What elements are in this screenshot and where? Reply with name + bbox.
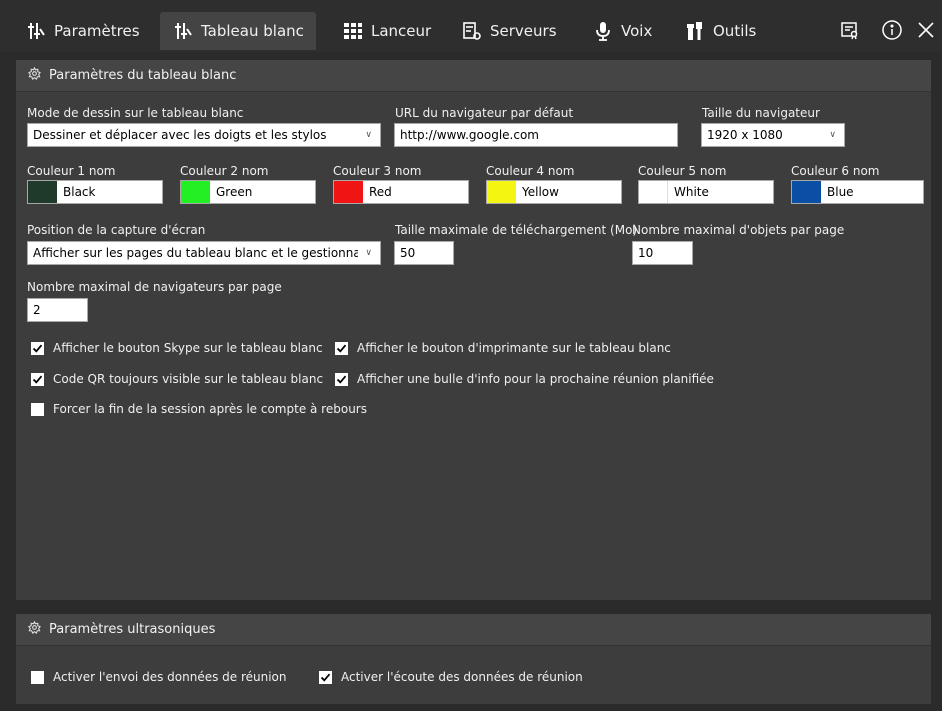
checkbox-label: Afficher une bulle d'info pour la procha…	[357, 372, 714, 386]
color-4-name: Yellow	[522, 185, 559, 199]
tab-label: Lanceur	[371, 22, 432, 40]
license-icon[interactable]	[838, 18, 862, 42]
color-5-field[interactable]: White	[638, 180, 774, 204]
whiteboard-sliders-icon	[172, 20, 194, 42]
info-icon[interactable]	[880, 18, 904, 42]
max-upload-value: 50	[400, 246, 416, 260]
color-4-label: Couleur 4 nom	[486, 164, 575, 178]
qr-code-checkbox[interactable]: Code QR toujours visible sur le tableau …	[31, 372, 323, 386]
listen-meeting-data-checkbox[interactable]: Activer l'écoute des données de réunion	[319, 670, 583, 684]
tab-label: Serveurs	[490, 22, 557, 40]
max-objects-label: Nombre maximal d'objets par page	[632, 223, 845, 237]
server-settings-icon	[461, 20, 483, 42]
color-4-swatch[interactable]	[487, 181, 516, 203]
max-browsers-label: Nombre maximal de navigateurs par page	[27, 280, 282, 294]
tab-parametres[interactable]: Paramètres	[13, 12, 152, 50]
checkmark-icon	[335, 372, 348, 386]
tab-label: Paramètres	[54, 22, 140, 40]
checkbox-label: Code QR toujours visible sur le tableau …	[53, 372, 324, 386]
max-browsers-input[interactable]: 2	[27, 298, 88, 322]
checkmark-icon	[319, 670, 332, 684]
color-2-swatch[interactable]	[181, 181, 210, 203]
microphone-icon	[592, 20, 614, 42]
checkmark-icon	[31, 341, 44, 355]
settings-sliders-icon	[25, 20, 47, 42]
color-1-swatch[interactable]	[28, 181, 57, 203]
color-6-field[interactable]: Blue	[791, 180, 924, 204]
chevron-down-icon: ∨	[365, 248, 372, 258]
max-objects-value: 10	[638, 246, 654, 260]
checkmark-icon	[31, 372, 44, 386]
gear-icon	[28, 66, 41, 84]
next-meeting-info-checkbox[interactable]: Afficher une bulle d'info pour la procha…	[335, 372, 714, 386]
browser-size-label: Taille du navigateur	[702, 106, 820, 120]
color-5-swatch[interactable]	[639, 181, 668, 203]
tab-label: Outils	[713, 22, 757, 40]
printer-button-checkbox[interactable]: Afficher le bouton d'imprimante sur le t…	[335, 341, 671, 355]
close-icon[interactable]	[914, 18, 938, 42]
chevron-down-icon: ∨	[829, 130, 836, 140]
section-divider	[16, 600, 931, 614]
max-upload-input[interactable]: 50	[394, 241, 454, 265]
checkbox-empty	[31, 402, 44, 416]
color-2-field[interactable]: Green	[180, 180, 316, 204]
tools-icon	[684, 20, 706, 42]
force-end-session-checkbox[interactable]: Forcer la fin de la session après le com…	[31, 402, 367, 416]
browser-size-select[interactable]: 1920 x 1080 ∨	[701, 123, 845, 147]
color-4-field[interactable]: Yellow	[486, 180, 622, 204]
top-tab-bar: Paramètres Tableau blanc Lanceur Serveur…	[0, 0, 942, 52]
panel-title: Paramètres du tableau blanc	[49, 68, 237, 83]
color-5-name: White	[674, 185, 709, 199]
color-5-label: Couleur 5 nom	[638, 164, 727, 178]
browser-url-label: URL du navigateur par défaut	[395, 106, 574, 120]
draw-mode-label: Mode de dessin sur le tableau blanc	[27, 106, 244, 120]
tab-lanceur[interactable]: Lanceur	[330, 12, 443, 50]
tab-serveurs[interactable]: Serveurs	[449, 12, 569, 50]
color-2-name: Green	[216, 185, 253, 199]
max-browsers-value: 2	[33, 303, 41, 317]
color-1-label: Couleur 1 nom	[27, 164, 116, 178]
tab-outils[interactable]: Outils	[672, 12, 768, 50]
color-1-name: Black	[63, 185, 96, 199]
color-3-swatch[interactable]	[334, 181, 363, 203]
color-1-field[interactable]: Black	[27, 180, 163, 204]
browser-url-input[interactable]: http://www.google.com	[394, 123, 678, 147]
checkbox-empty	[31, 670, 44, 684]
panel-header: Paramètres ultrasoniques	[16, 614, 931, 646]
tab-label: Tableau blanc	[201, 22, 304, 40]
checkbox-label: Activer l'écoute des données de réunion	[341, 670, 583, 684]
color-3-field[interactable]: Red	[333, 180, 469, 204]
screenshot-position-value: Afficher sur les pages du tableau blanc …	[33, 246, 358, 260]
browser-url-value: http://www.google.com	[400, 128, 539, 142]
color-3-label: Couleur 3 nom	[333, 164, 422, 178]
max-objects-input[interactable]: 10	[632, 241, 693, 265]
panel-title: Paramètres ultrasoniques	[49, 622, 216, 637]
checkbox-label: Afficher le bouton Skype sur le tableau …	[53, 341, 323, 355]
panel-header: Paramètres du tableau blanc	[16, 60, 931, 92]
tab-label: Voix	[621, 22, 653, 40]
ultrasonic-settings-panel: Paramètres ultrasoniques	[16, 614, 931, 704]
screenshot-position-label: Position de la capture d'écran	[27, 223, 206, 237]
draw-mode-value: Dessiner et déplacer avec les doigts et …	[33, 128, 327, 142]
checkbox-label: Activer l'envoi des données de réunion	[53, 670, 287, 684]
gear-icon	[28, 620, 41, 638]
color-6-swatch[interactable]	[792, 181, 821, 203]
send-meeting-data-checkbox[interactable]: Activer l'envoi des données de réunion	[31, 670, 287, 684]
color-2-label: Couleur 2 nom	[180, 164, 269, 178]
checkmark-icon	[335, 341, 348, 355]
color-6-label: Couleur 6 nom	[791, 164, 880, 178]
chevron-down-icon: ∨	[365, 130, 372, 140]
screenshot-position-select[interactable]: Afficher sur les pages du tableau blanc …	[27, 241, 381, 265]
grid-icon	[342, 20, 364, 42]
color-6-name: Blue	[827, 185, 854, 199]
skype-button-checkbox[interactable]: Afficher le bouton Skype sur le tableau …	[31, 341, 323, 355]
tab-tableau-blanc[interactable]: Tableau blanc	[160, 12, 316, 50]
checkbox-label: Forcer la fin de la session après le com…	[53, 402, 367, 416]
max-upload-label: Taille maximale de téléchargement (Mo)	[395, 223, 638, 237]
checkbox-label: Afficher le bouton d'imprimante sur le t…	[357, 341, 671, 355]
color-3-name: Red	[369, 185, 392, 199]
tab-voix[interactable]: Voix	[580, 12, 664, 50]
browser-size-value: 1920 x 1080	[707, 128, 783, 142]
draw-mode-select[interactable]: Dessiner et déplacer avec les doigts et …	[27, 123, 381, 147]
